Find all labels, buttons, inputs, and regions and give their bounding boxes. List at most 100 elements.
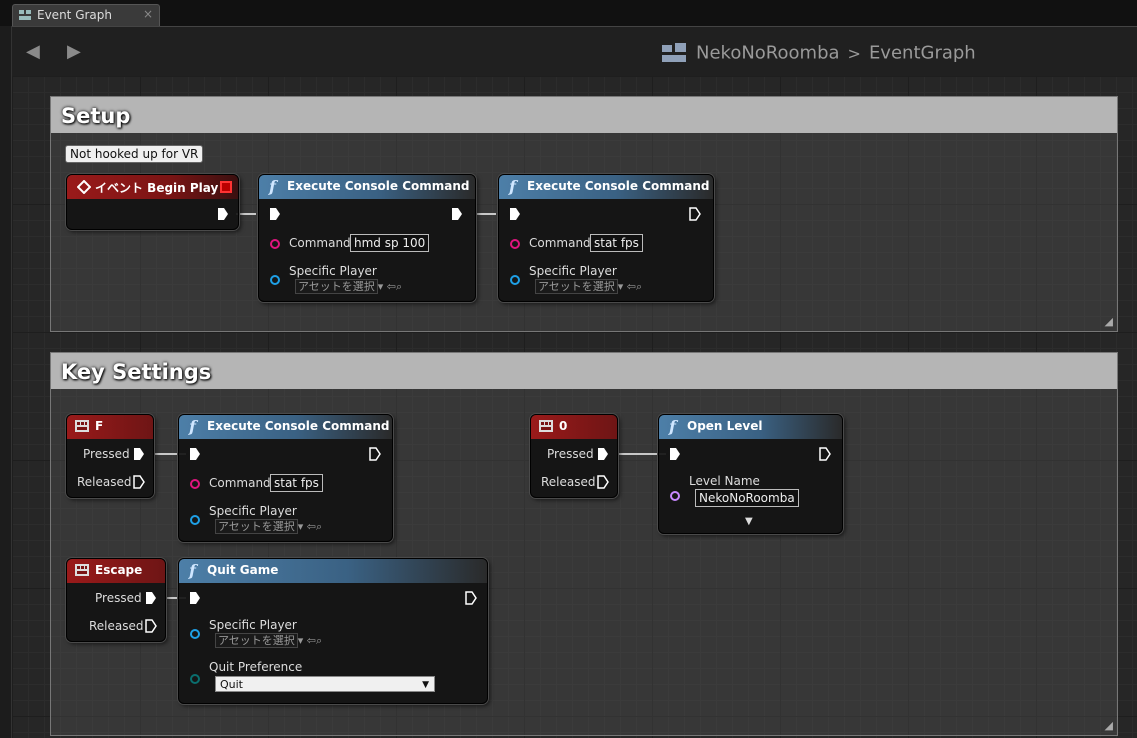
string-pin[interactable] [510, 239, 520, 249]
node-key-0[interactable]: 0 Pressed Released [530, 414, 618, 498]
tab-event-graph[interactable]: Event Graph × [12, 4, 160, 26]
exec-out-pin[interactable] [451, 207, 463, 221]
exec-out-pin-released[interactable] [597, 475, 609, 489]
graph-toolbar: ◀ ▶ NekoNoRoomba > EventGraph [12, 26, 1137, 77]
delegate-pin-icon[interactable] [220, 181, 232, 193]
comment-header [51, 97, 1117, 133]
specific-player-label: Specific Player [209, 618, 297, 632]
command-label: Command [209, 476, 271, 490]
name-pin[interactable] [670, 491, 680, 501]
exec-in-pin[interactable] [189, 591, 201, 605]
exec-in-pin[interactable] [669, 447, 681, 461]
node-execute-console-command[interactable]: f Execute Console Command Command stat f… [178, 414, 393, 542]
node-comment-bubble: Not hooked up for VR [65, 145, 204, 163]
node-title: Open Level [687, 419, 763, 433]
exec-out-pin-pressed[interactable] [145, 591, 157, 605]
node-title: Execute Console Command [207, 419, 390, 433]
exec-in-pin[interactable] [189, 447, 201, 461]
pressed-label: Pressed [83, 447, 130, 461]
asset-picker[interactable]: アセットを選択 ▾ ⇦⌕ [535, 278, 642, 294]
exec-out-pin-released[interactable] [145, 619, 157, 633]
quit-preference-label: Quit Preference [209, 660, 303, 674]
resize-grip-icon[interactable]: ◢ [1105, 315, 1113, 328]
string-pin[interactable] [190, 479, 200, 489]
exec-out-pin-pressed[interactable] [133, 447, 145, 461]
tab-bar: Event Graph × [0, 0, 1137, 26]
node-key-f[interactable]: F Pressed Released [66, 414, 154, 498]
node-key-escape[interactable]: Escape Pressed Released [66, 558, 166, 642]
forward-arrow-icon[interactable]: ▶ [67, 41, 81, 62]
function-icon: f [189, 417, 196, 436]
specific-player-label: Specific Player [289, 264, 377, 278]
level-name-label: Level Name [689, 474, 760, 488]
breadcrumb-graph[interactable]: EventGraph [869, 43, 976, 64]
pressed-label: Pressed [547, 447, 594, 461]
node-execute-console-command[interactable]: f Execute Console Command Command hmd sp… [258, 174, 476, 302]
quit-preference-dropdown[interactable]: Quit ▼ [215, 676, 435, 692]
chevron-down-icon: ▼ [422, 680, 429, 690]
node-title: 0 [559, 419, 568, 433]
released-label: Released [77, 475, 132, 489]
exec-in-pin[interactable] [509, 207, 521, 221]
breadcrumb: NekoNoRoomba > EventGraph [662, 42, 976, 66]
node-title: Execute Console Command [287, 179, 470, 193]
resize-grip-icon[interactable]: ◢ [1105, 719, 1113, 732]
event-diamond-icon [77, 180, 91, 194]
dropdown-value: Quit [220, 678, 243, 691]
enum-pin[interactable] [190, 674, 200, 684]
node-execute-console-command[interactable]: f Execute Console Command Command stat f… [498, 174, 714, 302]
function-icon: f [269, 177, 276, 196]
keyboard-icon [75, 420, 89, 432]
graph-icon [19, 10, 31, 20]
keyboard-icon [539, 420, 553, 432]
blueprint-icon [662, 43, 688, 63]
breadcrumb-blueprint[interactable]: NekoNoRoomba [696, 43, 840, 64]
object-pin[interactable] [190, 629, 200, 639]
graph-canvas[interactable]: Setup ◢ Key Settings ◢ Not hooked up for… [12, 76, 1137, 738]
close-icon[interactable]: × [143, 7, 153, 21]
exec-out-pin[interactable] [369, 447, 381, 461]
function-icon: f [189, 561, 196, 580]
exec-out-pin[interactable] [819, 447, 831, 461]
function-icon: f [669, 417, 676, 436]
node-quit-game[interactable]: f Quit Game Specific Player アセットを選択 ▾ ⇦⌕ … [178, 558, 488, 704]
command-label: Command [529, 236, 591, 250]
node-title: F [95, 419, 104, 433]
left-gutter [0, 26, 12, 738]
exec-in-pin[interactable] [269, 207, 281, 221]
node-title: イベント Begin Play [95, 181, 219, 195]
keyboard-icon [75, 564, 89, 576]
exec-wire[interactable] [236, 213, 256, 215]
asset-picker[interactable]: アセットを選択 ▾ ⇦⌕ [295, 278, 402, 294]
exec-out-pin[interactable] [217, 207, 229, 221]
comment-title: Setup [61, 104, 131, 128]
object-pin[interactable] [190, 515, 200, 525]
exec-out-pin[interactable] [465, 591, 477, 605]
command-label: Command [289, 236, 351, 250]
specific-player-label: Specific Player [529, 264, 617, 278]
node-title: Quit Game [207, 563, 279, 577]
tab-label: Event Graph [37, 8, 112, 22]
string-pin[interactable] [270, 239, 280, 249]
object-pin[interactable] [510, 275, 520, 285]
exec-out-pin[interactable] [689, 207, 701, 221]
expand-arrow-icon[interactable]: ▼ [745, 516, 753, 527]
node-event-begin-play[interactable]: イベント Begin Play [66, 174, 239, 230]
exec-wire[interactable] [476, 213, 496, 215]
asset-picker[interactable]: アセットを選択 ▾ ⇦⌕ [215, 632, 322, 648]
level-name-input[interactable]: NekoNoRoomba [695, 489, 799, 507]
pressed-label: Pressed [95, 591, 142, 605]
node-open-level[interactable]: f Open Level Level Name NekoNoRoomba ▼ [658, 414, 843, 534]
asset-picker[interactable]: アセットを選択 ▾ ⇦⌕ [215, 518, 322, 534]
command-input[interactable]: hmd sp 100 [350, 234, 430, 252]
released-label: Released [89, 619, 144, 633]
object-pin[interactable] [270, 275, 280, 285]
exec-out-pin-released[interactable] [133, 475, 145, 489]
exec-out-pin-pressed[interactable] [597, 447, 609, 461]
command-input[interactable]: stat fps [590, 234, 643, 252]
node-title: Escape [95, 563, 143, 577]
command-input[interactable]: stat fps [270, 474, 323, 492]
specific-player-label: Specific Player [209, 504, 297, 518]
function-icon: f [509, 177, 516, 196]
back-arrow-icon[interactable]: ◀ [26, 41, 40, 62]
